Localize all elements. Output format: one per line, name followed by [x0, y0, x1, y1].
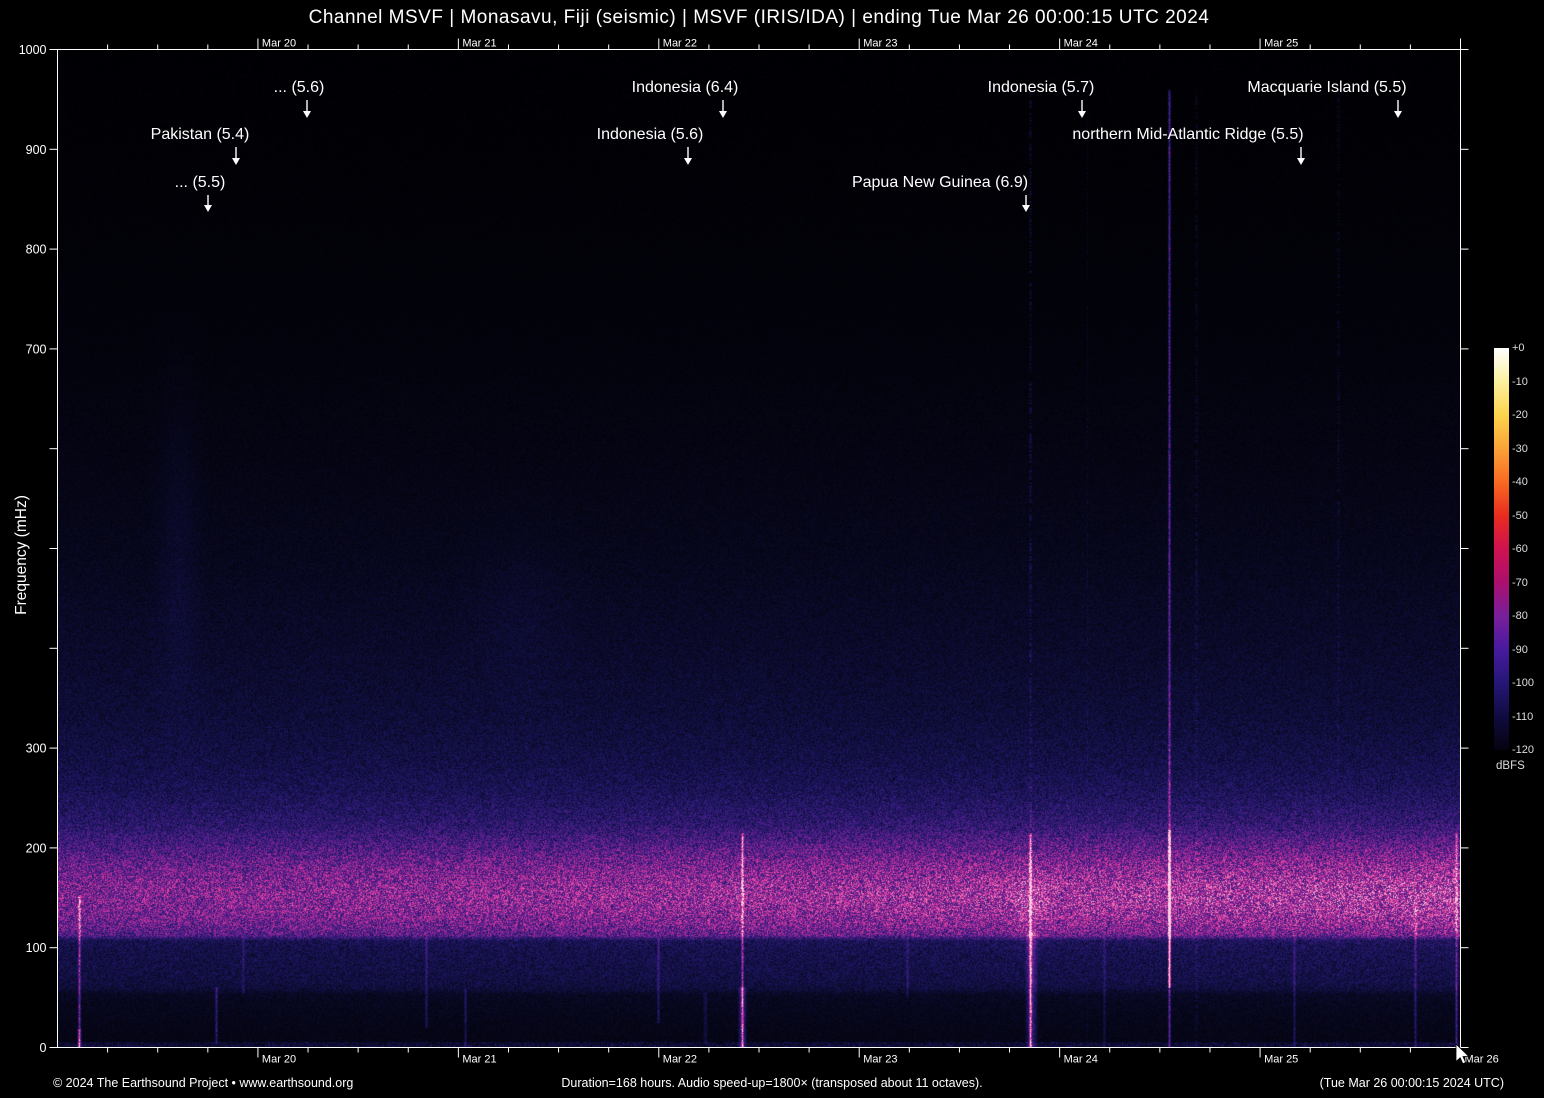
top-axis-date-label: Mar 20 — [262, 38, 296, 50]
top-axis-date-label: Mar 21 — [462, 38, 496, 50]
colorbar-gradient — [1494, 348, 1509, 750]
y-axis-tick-label: 200 — [26, 841, 47, 855]
earthquake-annotation: Indonesia (5.7) — [987, 79, 1095, 96]
earthquake-annotation: Indonesia (5.6) — [596, 126, 704, 143]
bottom-axis-date-label: Mar 25 — [1264, 1054, 1298, 1066]
top-axis-date-label: Mar 25 — [1264, 38, 1298, 50]
colorbar-tick-label: -70 — [1512, 576, 1528, 589]
y-axis-label: Frequency (mHz) — [13, 495, 30, 615]
earthquake-annotation: Papua New Guinea (6.9) — [851, 174, 1029, 191]
y-axis-tick-label: 100 — [26, 941, 47, 955]
bottom-axis-date-label: Mar 23 — [863, 1054, 897, 1066]
y-axis-tick-label: 1000 — [19, 43, 47, 57]
top-axis-date-label: Mar 23 — [863, 38, 897, 50]
spectrogram-screenshot: { "title": "Channel MSVF | Monasavu, Fij… — [0, 0, 1544, 1098]
colorbar-tick-label: -110 — [1512, 710, 1534, 723]
bottom-axis-date-label: Mar 24 — [1064, 1054, 1098, 1066]
top-axis-date-label: Mar 22 — [663, 38, 697, 50]
colorbar-title: dBFS — [1496, 760, 1525, 772]
y-axis-tick-label: 0 — [40, 1041, 47, 1055]
footer-timestamp: (Tue Mar 26 00:00:15 2024 UTC) — [1319, 1076, 1504, 1090]
bottom-axis-date-label: Mar 26 — [1465, 1054, 1499, 1066]
colorbar-tick-label: -30 — [1512, 442, 1528, 455]
y-axis-tick-label: 300 — [26, 742, 47, 756]
bottom-axis-date-label: Mar 20 — [262, 1054, 296, 1066]
bottom-axis-date-label: Mar 21 — [462, 1054, 496, 1066]
spectrogram-canvas — [58, 50, 1460, 1047]
top-axis-date-label: Mar 24 — [1064, 38, 1098, 50]
colorbar-tick-label: -20 — [1512, 409, 1528, 421]
y-axis-tick-label: 700 — [26, 342, 47, 356]
earthquake-annotation: ... (5.6) — [273, 79, 325, 96]
colorbar-tick-label: -80 — [1512, 610, 1528, 622]
earthquake-annotation: northern Mid-Atlantic Ridge (5.5) — [1072, 126, 1304, 143]
colorbar-tick-label: -120 — [1512, 744, 1535, 756]
colorbar-tick-label: -10 — [1512, 375, 1528, 388]
earthquake-annotation: Pakistan (5.4) — [150, 126, 250, 143]
colorbar-tick-label: -90 — [1512, 643, 1528, 656]
colorbar-tick-label: -60 — [1512, 543, 1528, 555]
earthquake-annotation: Indonesia (6.4) — [631, 79, 739, 96]
earthquake-annotation: ... (5.5) — [174, 174, 226, 191]
page-title: Channel MSVF | Monasavu, Fiji (seismic) … — [308, 7, 1210, 28]
colorbar-tick-label: -40 — [1512, 476, 1528, 488]
earthquake-annotation: Macquarie Island (5.5) — [1247, 79, 1407, 96]
colorbar-tick-label: +0 — [1512, 342, 1525, 354]
colorbar-tick-label: -100 — [1512, 677, 1535, 689]
y-axis-tick-label: 800 — [26, 243, 47, 257]
colorbar-tick-label: -50 — [1512, 509, 1528, 522]
bottom-axis-date-label: Mar 22 — [663, 1054, 697, 1066]
footer-duration: Duration=168 hours. Audio speed-up=1800×… — [561, 1076, 983, 1090]
y-axis-tick-label: 900 — [26, 143, 47, 157]
